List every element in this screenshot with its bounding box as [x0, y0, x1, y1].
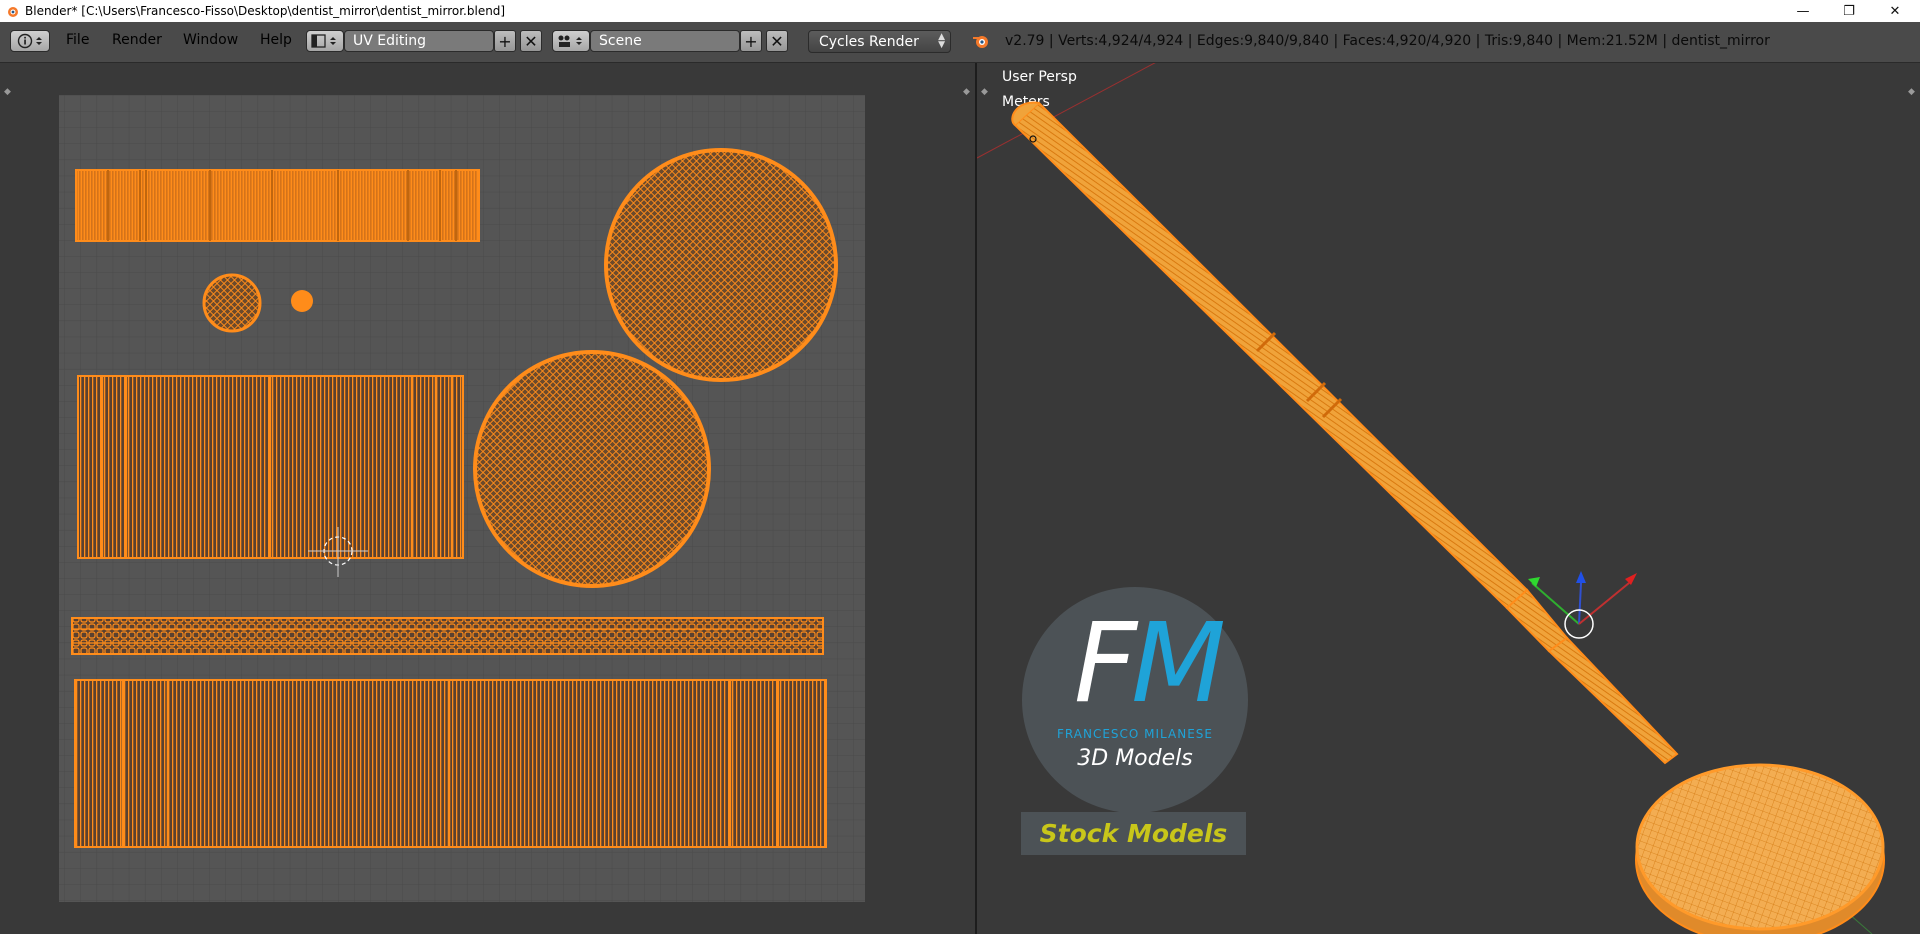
watermark-name: FRANCESCO MILANESE	[1057, 727, 1213, 741]
add-scene-icon[interactable]: +	[740, 30, 762, 52]
watermark-subtitle: 3D Models	[1077, 746, 1193, 771]
close-icon[interactable]: ✕	[1872, 0, 1918, 22]
menu-file[interactable]: File	[66, 32, 89, 48]
render-engine-label: Cycles Render	[819, 33, 919, 50]
screen-layout-name[interactable]: UV Editing	[344, 30, 494, 52]
screen-layout-selector[interactable]	[306, 30, 344, 52]
scene-icon	[558, 35, 582, 47]
uv-island-mirror-back[interactable]	[473, 350, 711, 588]
minimize-icon[interactable]: —	[1780, 0, 1826, 22]
3d-viewport[interactable]: ◆ ◆ User Persp Meters FM FRANCESCO MILAN…	[977, 63, 1920, 934]
watermark-fm: FM	[1047, 608, 1247, 718]
window-titlebar: Blender* [C:\Users\Francesco-Fisso\Deskt…	[0, 0, 1920, 22]
info-icon	[17, 33, 42, 49]
x-axis-line	[977, 63, 1156, 159]
scene-statistics: v2.79 | Verts:4,924/4,924 | Edges:9,840/…	[1005, 33, 1770, 49]
watermark-letter-f: F	[1073, 599, 1137, 727]
dropdown-arrows-icon: ▲ ▼	[938, 32, 945, 50]
uv-image-editor[interactable]: ◆ ◆	[0, 63, 975, 934]
watermark-badge: Stock Models	[1021, 812, 1246, 855]
blender-logo-icon	[3, 2, 21, 20]
scene-name[interactable]: Scene	[590, 30, 740, 52]
uv-island-shaft[interactable]	[77, 375, 464, 559]
menu-help[interactable]: Help	[260, 32, 292, 48]
blender-logo-icon	[972, 33, 990, 53]
menu-render[interactable]: Render	[112, 32, 162, 48]
uv-canvas[interactable]	[0, 63, 975, 934]
uv-island-handle-strip[interactable]	[75, 169, 480, 242]
delete-scene-icon[interactable]: ✕	[766, 30, 788, 52]
menu-window[interactable]: Window	[183, 32, 238, 48]
uv-island-handle-body[interactable]	[74, 679, 827, 848]
delete-screen-icon[interactable]: ✕	[520, 30, 542, 52]
watermark-letter-m: M	[1131, 599, 1226, 727]
restore-icon[interactable]: ❐	[1826, 0, 1872, 22]
layout-icon	[311, 34, 336, 48]
scene-selector[interactable]	[552, 30, 590, 52]
uv-island-rim[interactable]	[71, 617, 824, 655]
uv-island-small-cap[interactable]	[291, 290, 313, 312]
uv-island-mirror-face[interactable]	[604, 148, 838, 382]
editor-type-button[interactable]	[10, 30, 50, 52]
render-engine-select[interactable]: Cycles Render ▲ ▼	[808, 30, 951, 53]
add-screen-icon[interactable]: +	[494, 30, 516, 52]
window-title: Blender* [C:\Users\Francesco-Fisso\Deskt…	[25, 4, 506, 18]
uv-island-end-cap[interactable]	[202, 273, 262, 333]
